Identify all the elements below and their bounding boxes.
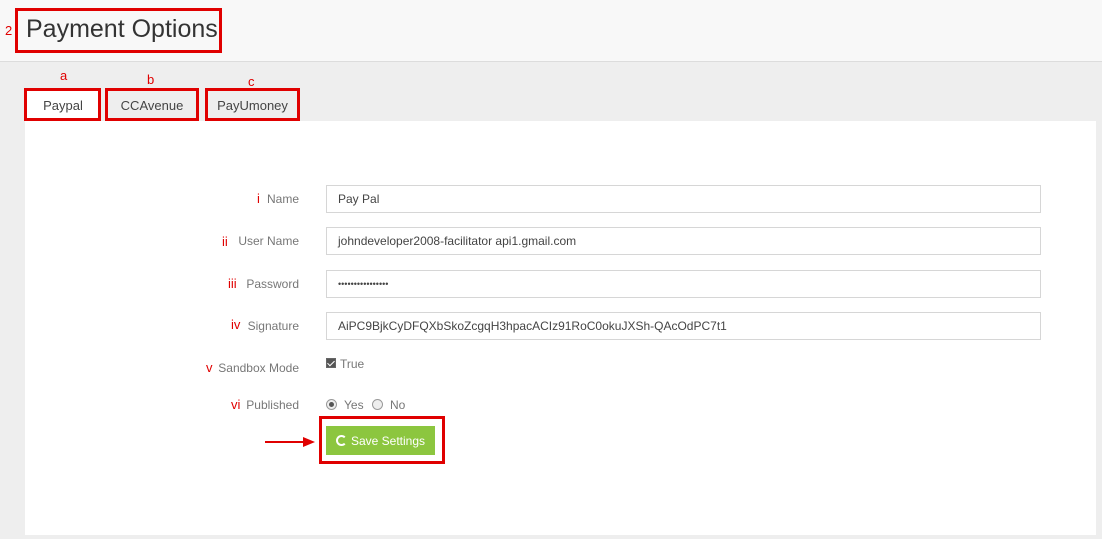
annotation-box-tab-a <box>24 88 101 121</box>
username-label: User Name <box>238 234 299 248</box>
name-input[interactable]: Pay Pal <box>326 185 1041 213</box>
annotation-ii: ii <box>222 234 228 249</box>
annotation-a: a <box>60 68 68 83</box>
arrow-icon <box>265 437 315 447</box>
annotation-i: i <box>257 191 260 206</box>
published-no-label: No <box>390 398 406 412</box>
password-input[interactable]: •••••••••••••••• <box>326 270 1041 298</box>
annotation-v: v <box>206 360 213 375</box>
published-yes-label: Yes <box>344 398 364 412</box>
annotation-c: c <box>248 74 255 89</box>
published-yes-radio[interactable] <box>326 399 337 410</box>
sandbox-checkbox-label: True <box>340 357 365 371</box>
annotation-vi: vi <box>231 397 241 412</box>
sandbox-label: Sandbox Mode <box>218 361 299 375</box>
name-label: Name <box>266 192 299 206</box>
password-label: Password <box>246 277 299 291</box>
published-label: Published <box>246 398 299 412</box>
username-input[interactable]: johndeveloper2008-facilitator api1.gmail… <box>326 227 1041 255</box>
save-settings-button[interactable]: Save Settings <box>326 426 435 455</box>
annotation-iv: iv <box>231 317 241 332</box>
page-title: Payment Options <box>26 15 218 43</box>
refresh-icon <box>335 435 347 446</box>
signature-input[interactable]: AiPC9BjkCyDFQXbSkoZcgqH3hpacACIz91RoC0ok… <box>326 312 1041 340</box>
annotation-box-tab-b <box>105 88 199 121</box>
annotation-2: 2 <box>5 23 13 38</box>
annotation-iii: iii <box>228 276 237 291</box>
annotation-b: b <box>147 72 155 87</box>
sandbox-checkbox[interactable] <box>326 358 336 368</box>
signature-label: Signature <box>247 319 299 333</box>
published-no-radio[interactable] <box>372 399 383 410</box>
save-settings-label: Save Settings <box>350 433 426 448</box>
annotation-box-tab-c <box>205 88 300 121</box>
